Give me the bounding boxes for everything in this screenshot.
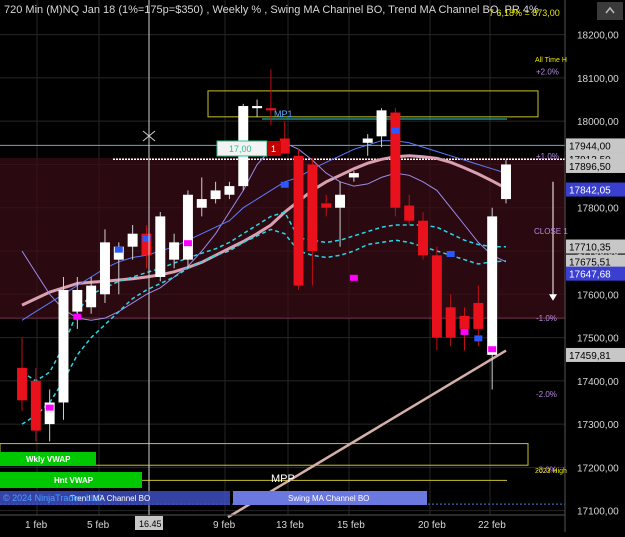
hnt-vwap-label: Hnt VWAP bbox=[54, 476, 94, 485]
cursor-time: 16.45 bbox=[139, 519, 162, 529]
chart-title: 720 Min (M)NQ Jan 18 (1%=175p=$350) , We… bbox=[4, 4, 539, 16]
price-tag-label: 17896,50 bbox=[569, 162, 611, 173]
y-tick-label: 17500,00 bbox=[577, 334, 619, 345]
percent-level-label: +3.0% bbox=[536, 0, 559, 1]
x-tick-label: 15 feb bbox=[337, 520, 365, 531]
candle-body bbox=[252, 106, 263, 109]
candle-body bbox=[72, 289, 83, 312]
candle-body bbox=[210, 190, 221, 200]
percent-level-label: -1.0% bbox=[536, 314, 557, 323]
candle-body bbox=[293, 155, 304, 286]
candle-body bbox=[348, 173, 359, 178]
all-time-high-label: All Time H bbox=[535, 57, 567, 64]
candle-body bbox=[501, 164, 511, 200]
x-tick-label: 20 feb bbox=[418, 520, 446, 531]
y-tick-label: 17600,00 bbox=[577, 290, 619, 301]
copyright-text: © 2024 NinjaTrader, LLC bbox=[3, 493, 103, 503]
signal-marker bbox=[460, 328, 469, 335]
candle-body bbox=[279, 138, 290, 154]
signal-marker bbox=[73, 313, 82, 320]
y-tick-label: 18100,00 bbox=[577, 74, 619, 85]
y-tick-label: 18200,00 bbox=[577, 31, 619, 42]
order-price: 17,00 bbox=[229, 144, 252, 154]
percent-level-label: +1.0% bbox=[536, 152, 559, 161]
price-tag-label: 17710,35 bbox=[569, 243, 611, 254]
signal-marker bbox=[391, 127, 400, 134]
y-tick-label: 17800,00 bbox=[577, 204, 619, 215]
y-tick-label: 17100,00 bbox=[577, 507, 619, 518]
signal-marker bbox=[488, 346, 497, 353]
candle-body bbox=[86, 285, 97, 308]
price-tag-label: 17842,05 bbox=[569, 186, 611, 197]
candle-body bbox=[431, 255, 442, 338]
price-tag-label: 17459,81 bbox=[569, 351, 611, 362]
y-tick-label: 18000,00 bbox=[577, 117, 619, 128]
signal-marker bbox=[280, 181, 289, 188]
signal-marker bbox=[114, 246, 123, 253]
chart-svg: 17100,00 17200,00 17300,00 17400,00 17500,00… bbox=[0, 0, 625, 532]
y-tick-label: 17200,00 bbox=[577, 463, 619, 474]
candle-body bbox=[473, 302, 484, 329]
high-2023-label: 2023 High bbox=[535, 468, 567, 475]
candle-body bbox=[224, 186, 235, 195]
candle-body bbox=[169, 242, 180, 260]
candle-body bbox=[390, 112, 401, 208]
candle-body bbox=[155, 216, 166, 277]
candle-body bbox=[127, 233, 138, 247]
candle-body bbox=[487, 216, 498, 355]
price-tag-label: 17944,00 bbox=[569, 141, 611, 152]
candle-body bbox=[196, 199, 207, 208]
candle-body bbox=[404, 205, 415, 221]
x-tick-label: 5 feb bbox=[87, 520, 110, 531]
candle-body bbox=[418, 220, 429, 256]
x-tick-label: 9 feb bbox=[213, 520, 236, 531]
candle-body bbox=[362, 138, 373, 143]
order-qty: 1 bbox=[271, 144, 276, 154]
signal-marker bbox=[474, 335, 483, 342]
candle-body bbox=[376, 110, 387, 137]
percent-level-label: +2.0% bbox=[536, 67, 559, 76]
signal-marker bbox=[349, 274, 358, 281]
x-tick-label: 1 feb bbox=[25, 520, 48, 531]
candle-body bbox=[335, 194, 346, 208]
y-tick-label: 17300,00 bbox=[577, 420, 619, 431]
candle-body bbox=[182, 194, 193, 260]
chart: 17100,00 17200,00 17300,00 17400,00 17500,00… bbox=[0, 0, 625, 532]
x-tick-label: 13 feb bbox=[276, 520, 304, 531]
candle-body bbox=[459, 315, 470, 329]
x-tick-label: 22 feb bbox=[478, 520, 506, 531]
percent-level-label: -2.0% bbox=[536, 390, 557, 399]
wkly-vwap-label: Wkly VWAP bbox=[26, 455, 71, 464]
scroll-handle[interactable] bbox=[597, 2, 623, 20]
candle-body bbox=[99, 242, 110, 295]
candle-body bbox=[307, 164, 318, 252]
price-tag-label: 17647,68 bbox=[569, 270, 611, 281]
mp1-label: MP1 bbox=[274, 109, 293, 119]
close-label: CLOSE 1 bbox=[534, 227, 568, 236]
candle-body bbox=[321, 203, 332, 208]
candle-body bbox=[30, 380, 41, 431]
y-tick-label: 17400,00 bbox=[577, 377, 619, 388]
candle-body bbox=[17, 367, 27, 401]
mpp-label: MPP bbox=[271, 473, 295, 485]
signal-marker bbox=[446, 251, 455, 258]
top-right-stat: 7 6,18% = 873,00 bbox=[489, 8, 560, 18]
swing-channel-label: Swing MA Channel BO bbox=[288, 494, 369, 503]
signal-marker bbox=[45, 404, 54, 411]
candle-body bbox=[58, 289, 69, 403]
candle-body bbox=[445, 307, 456, 338]
signal-marker bbox=[183, 240, 192, 247]
